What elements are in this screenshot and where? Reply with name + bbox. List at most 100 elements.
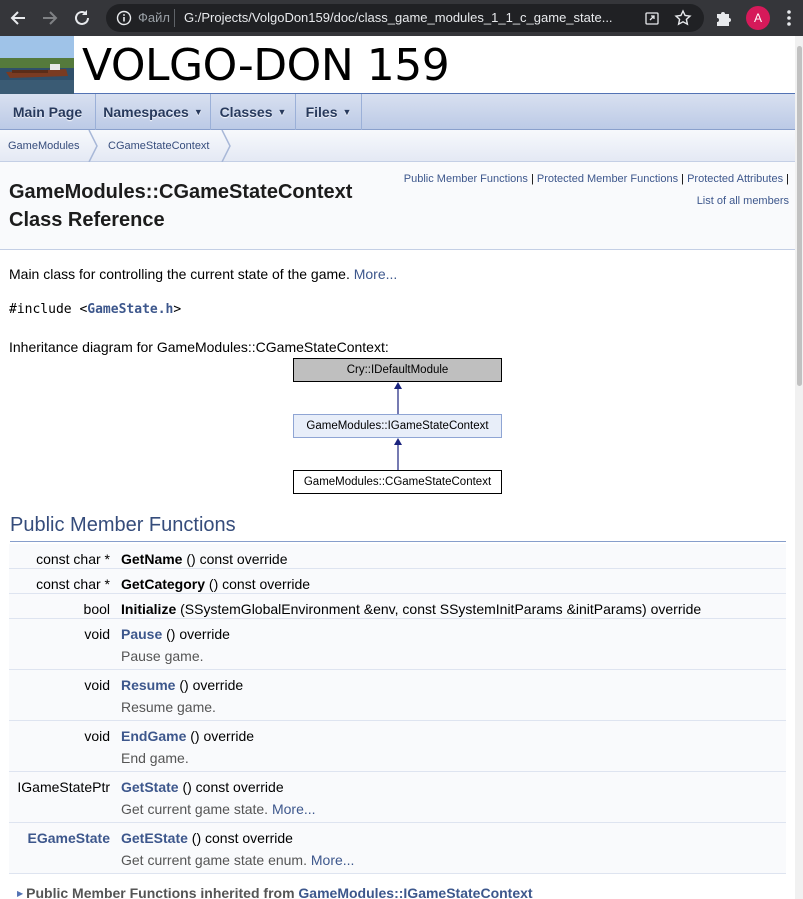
member-signature: GetEState () const override [121, 830, 293, 846]
tab-label: Main Page [12, 104, 83, 120]
expand-triangle-icon[interactable]: ▶ [17, 889, 23, 898]
title-area: VOLGO-DON 159 [0, 36, 795, 94]
forward-icon[interactable] [38, 6, 62, 30]
member-link-getstate[interactable]: GetState [121, 779, 179, 795]
tab-label: Files [305, 104, 338, 120]
member-type: void [84, 677, 110, 693]
member-link-resume[interactable]: Resume [121, 677, 175, 693]
member-row: IGameStatePtr GetState () const override… [9, 772, 786, 823]
member-args: () const override [205, 576, 311, 592]
inheritance-node-idefaultmodule: Cry::IDefaultModule [293, 358, 502, 382]
profile-avatar[interactable]: A [746, 6, 770, 30]
member-type: IGameStatePtr [17, 779, 110, 795]
member-description: Get current game state enum. More... [121, 852, 354, 868]
divider [174, 9, 175, 27]
tab-label: Classes [219, 104, 273, 120]
tab-classes[interactable]: Classes ▼ [211, 94, 296, 130]
member-args: () const override [182, 551, 288, 567]
member-link-pause[interactable]: Pause [121, 626, 162, 642]
member-row: void Resume () override Resume game. [9, 670, 786, 721]
member-type: const char * [36, 551, 110, 567]
scrollbar-thumb[interactable] [797, 46, 802, 386]
file-scheme-label: Файл [138, 10, 170, 25]
member-more-link[interactable]: More... [311, 852, 355, 868]
tab-label: Namespaces [103, 104, 189, 120]
member-link-endgame[interactable]: EndGame [121, 728, 186, 744]
include-line: #include <GameState.h> [9, 302, 181, 317]
member-description: End game. [121, 750, 189, 766]
member-row: EGameState GetEState () const override G… [9, 823, 786, 874]
separator: | [786, 173, 789, 185]
member-type: void [84, 728, 110, 744]
member-table: const char * GetName () const override c… [9, 544, 786, 874]
extensions-icon[interactable] [714, 8, 734, 28]
dropdown-arrow-icon: ▼ [342, 107, 352, 117]
member-args: () override [175, 677, 244, 693]
summary-link-protected-member-functions[interactable]: Protected Member Functions [537, 173, 678, 185]
dropdown-arrow-icon: ▼ [277, 107, 287, 117]
inheritance-node-igamestatecontext[interactable]: GameModules::IGameStateContext [293, 414, 502, 438]
reload-icon[interactable] [70, 6, 94, 30]
bookmark-star-icon[interactable] [674, 9, 692, 27]
member-row: void Pause () override Pause game. [9, 619, 786, 670]
member-link-getestate[interactable]: GetEState [121, 830, 188, 846]
brief-more-link[interactable]: More... [354, 266, 398, 282]
member-signature: GetName () const override [121, 551, 288, 567]
inheritance-label: Inheritance diagram for GameModules::CGa… [9, 339, 389, 355]
url-text[interactable]: G:/Projects/VolgoDon159/doc/class_game_m… [184, 10, 624, 25]
member-type: bool [83, 601, 110, 617]
member-description: Get current game state. More... [121, 801, 316, 817]
member-signature: Initialize (SSystemGlobalEnvironment &en… [121, 601, 701, 617]
member-row: const char * GetCategory () const overri… [9, 569, 786, 594]
browser-toolbar: Файл G:/Projects/VolgoDon159/doc/class_g… [0, 0, 803, 36]
separator: | [530, 173, 534, 185]
share-icon[interactable] [644, 10, 660, 26]
breadcrumb: GameModules CGameStateContext [0, 130, 795, 162]
inheritance-arrow-icon [394, 382, 402, 415]
dropdown-arrow-icon: ▼ [193, 107, 203, 117]
page-title-line2: Class Reference [9, 209, 165, 231]
inheritance-node-cgamestatecontext: GameModules::CGameStateContext [293, 470, 502, 494]
breadcrumb-item-gamemodules[interactable]: GameModules [8, 130, 80, 162]
page-title-line1: GameModules::CGameStateContext [9, 181, 353, 203]
brief-description: Main class for controlling the current s… [9, 266, 397, 282]
project-logo [0, 36, 74, 94]
member-more-link[interactable]: More... [272, 801, 316, 817]
tab-files[interactable]: Files ▼ [296, 94, 362, 130]
member-type: const char * [36, 576, 110, 592]
member-description-text: Get current game state. [121, 801, 269, 817]
inheritance-arrow-icon [394, 438, 402, 471]
member-type: void [84, 626, 110, 642]
section-header-public-member-functions: Public Member Functions [10, 514, 786, 542]
page-header: Public Member Functions | Protected Memb… [0, 162, 795, 250]
member-description-text: Get current game state enum. [121, 852, 307, 868]
main-navbar: Main Page Namespaces ▼ Classes ▼ Files ▼ [0, 94, 795, 130]
member-args: (SSystemGlobalEnvironment &env, const SS… [176, 601, 702, 617]
summary-link-protected-attributes[interactable]: Protected Attributes [687, 173, 783, 185]
include-file-link[interactable]: GameState.h [87, 302, 173, 317]
menu-kebab-icon[interactable] [782, 8, 796, 28]
member-signature: GetState () const override [121, 779, 284, 795]
include-prefix: #include < [9, 302, 88, 317]
inherited-members-toggle[interactable]: ▶ Public Member Functions inherited from … [17, 885, 533, 899]
address-bar[interactable]: Файл G:/Projects/VolgoDon159/doc/class_g… [106, 4, 704, 32]
summary-link-public-member-functions[interactable]: Public Member Functions [404, 173, 528, 185]
member-args: () const override [187, 830, 293, 846]
breadcrumb-separator-icon [221, 130, 231, 162]
member-description: Resume game. [121, 699, 216, 715]
tab-namespaces[interactable]: Namespaces ▼ [96, 94, 211, 130]
inherited-class-link[interactable]: GameModules::IGameStateContext [298, 885, 532, 899]
tab-main-page[interactable]: Main Page [0, 94, 96, 130]
separator: | [681, 173, 685, 185]
back-icon[interactable] [6, 6, 30, 30]
member-signature: Pause () override [121, 626, 230, 642]
project-name: VOLGO-DON 159 [82, 40, 450, 91]
member-args: () const override [178, 779, 284, 795]
member-type-link[interactable]: EGameState [28, 830, 110, 846]
summary-link-list-of-all-members[interactable]: List of all members [697, 195, 789, 207]
breadcrumb-item-cgamestatecontext[interactable]: CGameStateContext [108, 130, 210, 162]
info-icon[interactable] [116, 10, 132, 26]
member-row: bool Initialize (SSystemGlobalEnvironmen… [9, 594, 786, 619]
member-args: () override [162, 626, 230, 642]
member-signature: Resume () override [121, 677, 243, 693]
